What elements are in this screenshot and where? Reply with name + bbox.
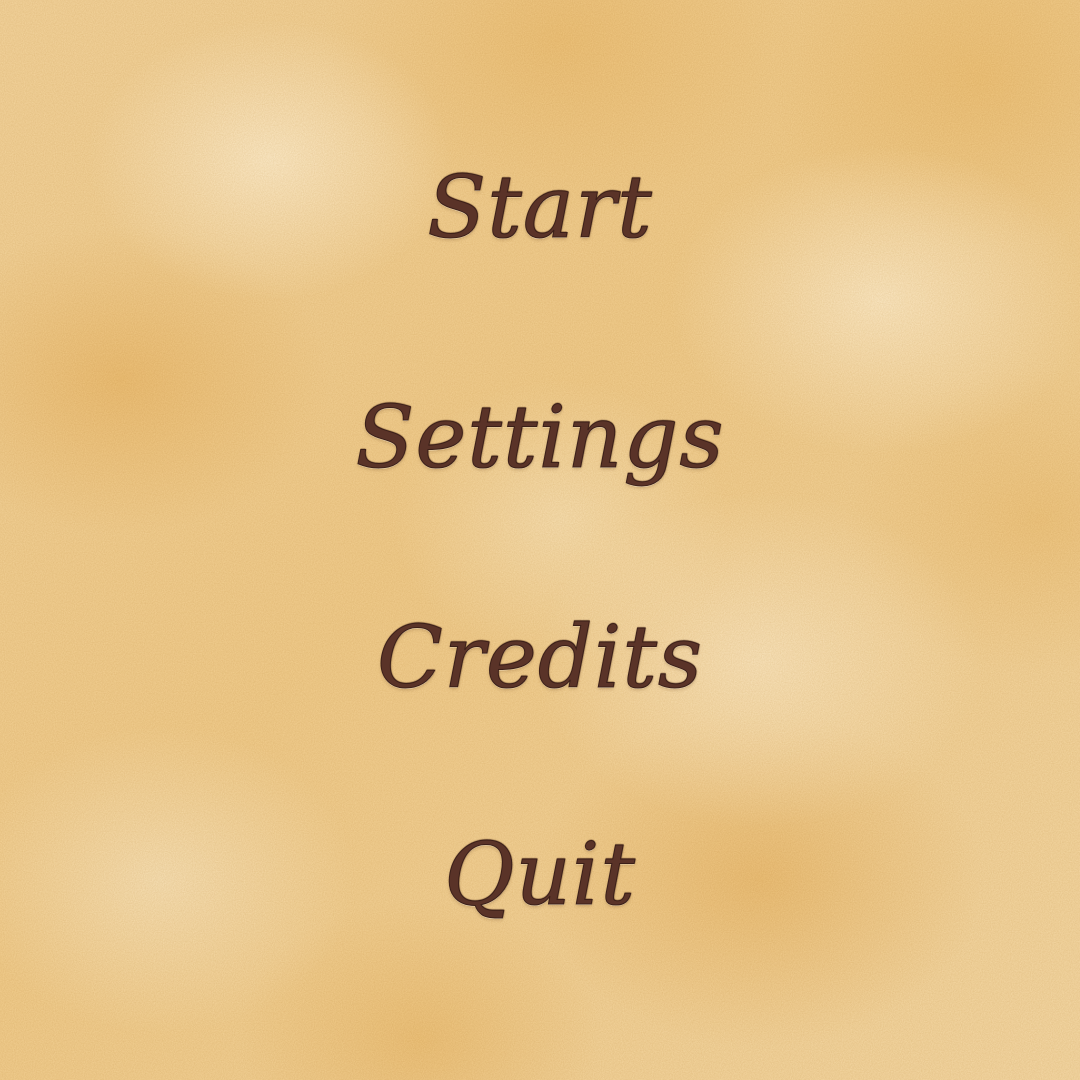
start-label: Start (427, 158, 653, 258)
credits-label: Credits (376, 608, 704, 708)
settings-label: Settings (355, 388, 725, 488)
quit-button[interactable]: Quit (340, 815, 740, 935)
start-button[interactable]: Start (340, 148, 740, 268)
settings-button[interactable]: Settings (340, 378, 740, 498)
main-menu: Start Settings Credits Quit (0, 0, 1080, 1080)
credits-button[interactable]: Credits (340, 598, 740, 718)
quit-label: Quit (444, 825, 636, 925)
